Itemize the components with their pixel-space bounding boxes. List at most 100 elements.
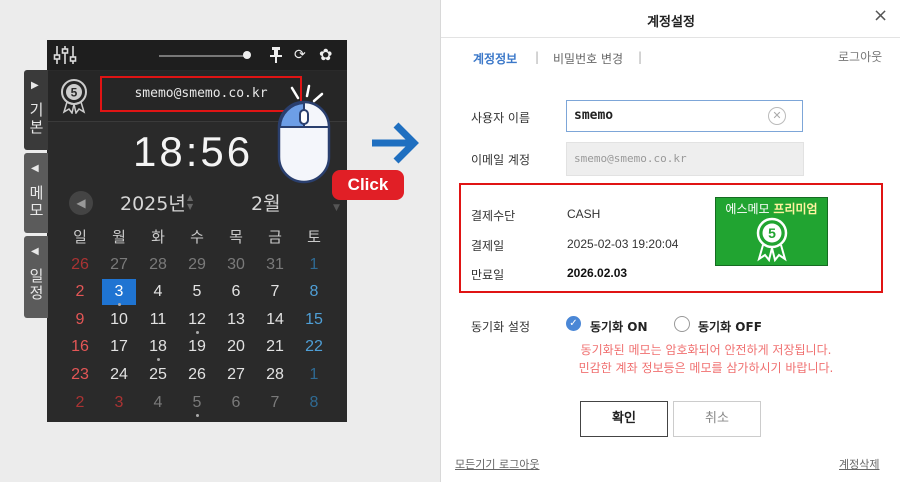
expire-date-label: 만료일 bbox=[471, 268, 505, 282]
calendar-day[interactable]: 28 bbox=[258, 362, 292, 388]
calendar-day[interactable]: 11 bbox=[141, 307, 175, 333]
calendar-day[interactable]: 10 bbox=[102, 307, 136, 333]
calendar-day[interactable]: 25 bbox=[141, 362, 175, 388]
weekday-label: 일 bbox=[73, 229, 87, 246]
account-settings-dialog: 계정설정 × 계정정보 | 비밀번호 변경 | 로그아웃 사용자 이름 smem… bbox=[440, 0, 900, 482]
calendar-day[interactable]: 4 bbox=[141, 390, 175, 416]
calendar-day[interactable]: 13 bbox=[219, 307, 253, 333]
calendar-day[interactable]: 1 bbox=[297, 252, 331, 278]
weekday-label: 수 bbox=[190, 229, 204, 246]
gear-icon[interactable]: ✿ bbox=[319, 46, 332, 64]
calendar-day[interactable]: 8 bbox=[297, 390, 331, 416]
clear-icon[interactable]: ✕ bbox=[768, 107, 786, 125]
close-icon[interactable]: × bbox=[873, 5, 888, 26]
payment-date-label: 결제일 bbox=[471, 239, 505, 253]
calendar-day[interactable]: 20 bbox=[219, 334, 253, 360]
calendar-day[interactable]: 24 bbox=[102, 362, 136, 388]
tab-basic-label: 기본 bbox=[27, 102, 45, 136]
calendar-day[interactable]: 26 bbox=[63, 252, 97, 278]
logout-all-devices-link[interactable]: 모든기기 로그아웃 bbox=[455, 456, 539, 472]
collapse-arrow-icon: ◀ bbox=[31, 163, 39, 174]
calendar-year[interactable]: 2025년 bbox=[120, 189, 186, 216]
calendar-day[interactable]: 3 bbox=[102, 390, 136, 416]
username-input[interactable]: smemo ✕ bbox=[566, 100, 803, 132]
premium-badge-icon: 5 bbox=[756, 217, 788, 262]
sync-notice-line1: 동기화된 메모는 암호화되어 안전하게 저장됩니다. bbox=[580, 343, 832, 357]
sync-icon[interactable]: ⟳ bbox=[294, 46, 306, 64]
year-stepper-icon[interactable]: ▲ ▼ bbox=[187, 193, 193, 211]
calendar-day[interactable]: 1 bbox=[297, 362, 331, 388]
cancel-button[interactable]: 취소 bbox=[673, 401, 761, 437]
calendar-day[interactable]: 27 bbox=[219, 362, 253, 388]
equalizer-icon[interactable] bbox=[53, 44, 79, 66]
calendar-day[interactable]: 16 bbox=[63, 334, 97, 360]
calendar-day[interactable]: 18 bbox=[141, 334, 175, 361]
calendar-day[interactable]: 2 bbox=[63, 279, 97, 305]
dialog-title: 계정설정 bbox=[647, 15, 695, 30]
collapse-arrow-icon: ◀ bbox=[31, 246, 39, 257]
tab-separator: | bbox=[535, 50, 540, 64]
event-dot bbox=[157, 358, 160, 361]
weekday-label: 목 bbox=[229, 229, 243, 246]
calendar-day[interactable]: 3 bbox=[102, 279, 136, 306]
calendar-day[interactable]: 9 bbox=[63, 307, 97, 333]
calendar-day[interactable]: 29 bbox=[180, 252, 214, 278]
sync-on-radio[interactable]: ✓ bbox=[566, 316, 581, 331]
calendar-day[interactable]: 21 bbox=[258, 334, 292, 360]
calendar-day[interactable]: 14 bbox=[258, 307, 292, 333]
pin-icon[interactable] bbox=[269, 46, 283, 64]
sync-off-label[interactable]: 동기화 OFF bbox=[698, 318, 762, 335]
weekday-label: 토 bbox=[307, 229, 321, 246]
calendar-day[interactable]: 22 bbox=[297, 334, 331, 360]
payment-date-value: 2025-02-03 19:20:04 bbox=[567, 237, 679, 251]
calendar-day[interactable]: 30 bbox=[219, 252, 253, 278]
calendar-day[interactable]: 12 bbox=[180, 307, 214, 334]
tab-change-password[interactable]: 비밀번호 변경 bbox=[553, 50, 623, 67]
logout-link[interactable]: 로그아웃 bbox=[838, 48, 882, 65]
sync-setting-label: 동기화 설정 bbox=[471, 320, 531, 334]
month-dropdown-icon[interactable]: ▼ bbox=[333, 203, 340, 213]
calendar-day[interactable]: 6 bbox=[219, 390, 253, 416]
delete-account-link[interactable]: 계정삭제 bbox=[839, 456, 879, 472]
premium-prefix: 에스메모 bbox=[725, 202, 770, 216]
calendar-month[interactable]: 2월 bbox=[251, 189, 281, 216]
tab-account-info[interactable]: 계정정보 bbox=[473, 50, 517, 67]
premium-badge-icon: 5 bbox=[61, 79, 87, 114]
tab-memo[interactable]: ◀ 메모 bbox=[24, 153, 48, 233]
calendar-day[interactable]: 7 bbox=[258, 279, 292, 305]
tab-basic[interactable]: ▶ 기본 bbox=[24, 70, 48, 150]
calendar-day[interactable]: 26 bbox=[180, 362, 214, 388]
calendar-day[interactable]: 7 bbox=[258, 390, 292, 416]
calendar-day[interactable]: 19 bbox=[180, 334, 214, 360]
event-dot bbox=[196, 414, 199, 417]
expire-date-value: 2026.02.03 bbox=[567, 266, 628, 280]
calendar-header: ◀ 2025년 ▲ ▼ 2월 ▼ bbox=[47, 185, 347, 221]
prev-month-button[interactable]: ◀ bbox=[69, 191, 93, 215]
calendar-day[interactable]: 6 bbox=[219, 279, 253, 305]
sync-off-radio[interactable] bbox=[674, 316, 690, 332]
divider bbox=[441, 37, 900, 38]
calendar-day[interactable]: 23 bbox=[63, 362, 97, 388]
confirm-button[interactable]: 확인 bbox=[580, 401, 668, 437]
premium-banner: 에스메모 프리미엄 5 bbox=[715, 197, 828, 266]
calendar-day[interactable]: 5 bbox=[180, 390, 214, 417]
email-value: smemo@smemo.co.kr bbox=[574, 152, 687, 165]
calendar-day[interactable]: 5 bbox=[180, 279, 214, 305]
calendar-day[interactable]: 15 bbox=[297, 307, 331, 333]
calendar-day[interactable]: 4 bbox=[141, 279, 175, 305]
tab-schedule[interactable]: ◀ 일정 bbox=[24, 236, 48, 318]
clock-display: 18:56 bbox=[133, 128, 254, 175]
calendar-day[interactable]: 2 bbox=[63, 390, 97, 416]
calendar-day[interactable]: 31 bbox=[258, 252, 292, 278]
opacity-slider-track[interactable] bbox=[159, 55, 247, 57]
calendar-day[interactable]: 8 bbox=[297, 279, 331, 305]
username-value[interactable]: smemo bbox=[574, 108, 613, 123]
sync-on-label[interactable]: 동기화 ON bbox=[590, 318, 648, 335]
opacity-slider-knob[interactable] bbox=[243, 51, 251, 59]
calendar-day[interactable]: 27 bbox=[102, 252, 136, 278]
arrow-right-icon bbox=[372, 122, 419, 164]
payment-method-label: 결제수단 bbox=[471, 209, 516, 223]
calendar-day[interactable]: 17 bbox=[102, 334, 136, 360]
calendar-day[interactable]: 28 bbox=[141, 252, 175, 278]
weekday-label: 월 bbox=[112, 229, 126, 246]
